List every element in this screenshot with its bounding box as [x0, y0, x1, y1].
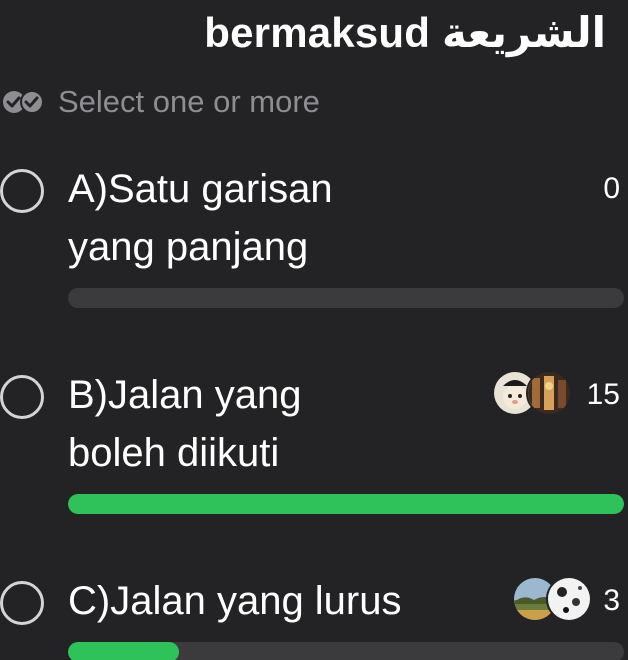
option-c-voter-avatars[interactable] [512, 576, 592, 622]
option-b-result-bar [68, 494, 624, 514]
option-b-voter-avatars[interactable] [492, 370, 572, 416]
option-b-result-fill [68, 494, 624, 514]
poll-subtitle: Select one or more [58, 84, 320, 119]
option-c-radio[interactable] [0, 581, 44, 625]
option-b-label: B)Jalan yang boleh diikuti [68, 373, 302, 475]
poll-option-b[interactable]: B)Jalan yang boleh diikuti 15 [0, 366, 628, 516]
poll-title: bermaksud الشريعة [204, 9, 606, 56]
poll-option-a[interactable]: A)Satu garisan yang panjang 0 [0, 160, 628, 310]
option-a-radio[interactable] [0, 169, 44, 213]
option-c-vote-count: 3 [603, 584, 620, 617]
option-a-vote-count: 0 [603, 172, 620, 205]
option-a-result-bar [68, 288, 624, 308]
option-a-label: A)Satu garisan yang panjang [68, 167, 333, 269]
option-b-vote-count: 15 [586, 378, 620, 411]
double-check-icon [3, 90, 44, 114]
option-b-radio[interactable] [0, 375, 44, 419]
poll-mode-row: Select one or more [2, 84, 320, 120]
avatar [526, 370, 572, 416]
option-c-label: C)Jalan yang lurus [68, 579, 402, 623]
poll-option-c[interactable]: C)Jalan yang lurus 3 [0, 572, 628, 660]
option-c-result-bar [68, 642, 624, 660]
avatar [546, 576, 592, 622]
option-c-result-fill [68, 642, 180, 660]
